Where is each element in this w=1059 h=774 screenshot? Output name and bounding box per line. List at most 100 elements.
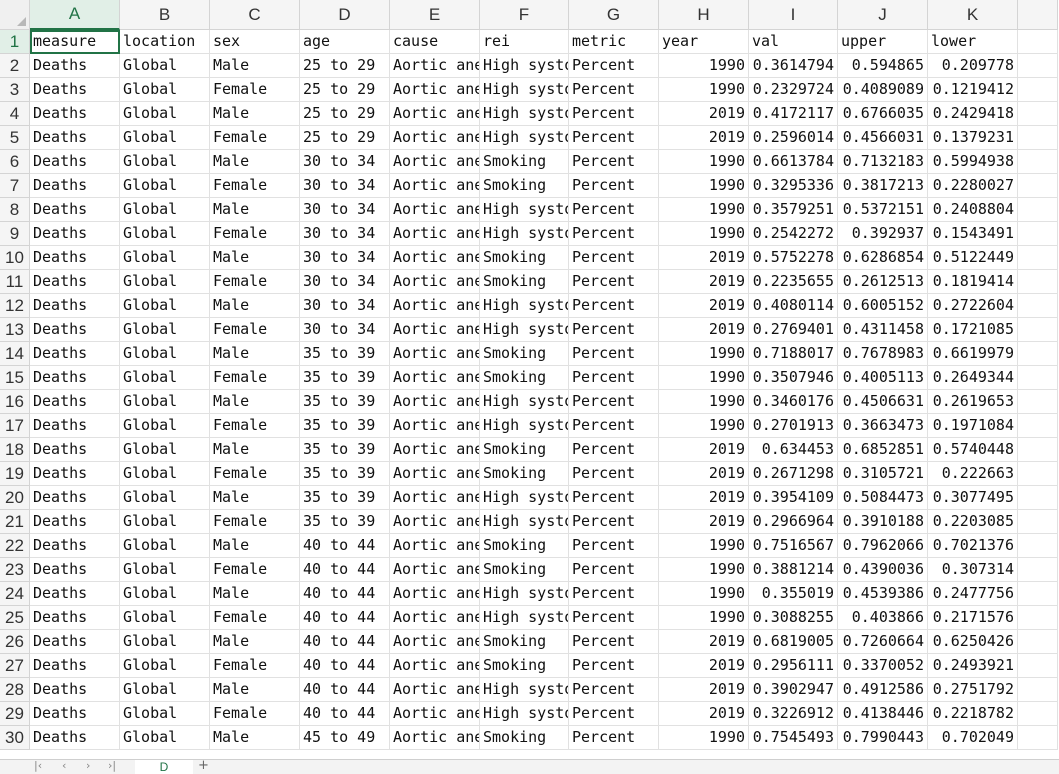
row-header[interactable]: 21 [0,510,30,534]
table-cell[interactable]: High systo [480,318,569,342]
table-cell[interactable]: 0.594865 [838,54,928,78]
table-cell[interactable]: Percent [569,606,659,630]
row-header[interactable]: 3 [0,78,30,102]
table-cell[interactable]: Global [120,678,210,702]
table-cell[interactable]: 0.209778 [928,54,1018,78]
table-cell[interactable]: 0.1219412 [928,78,1018,102]
table-cell[interactable]: 30 to 34 [300,294,390,318]
table-cell[interactable]: Male [210,726,300,750]
table-cell[interactable]: 0.3295336 [749,174,838,198]
table-cell[interactable]: Aortic ane [390,414,480,438]
table-cell[interactable]: 35 to 39 [300,342,390,366]
table-cell[interactable]: Global [120,462,210,486]
table-cell[interactable]: 35 to 39 [300,462,390,486]
prev-sheet-icon[interactable]: ‹ [62,760,66,772]
table-cell[interactable]: Female [210,222,300,246]
table-cell[interactable]: rei [480,30,569,54]
row-header[interactable]: 18 [0,438,30,462]
table-cell[interactable]: 1990 [659,606,749,630]
table-cell[interactable] [1018,366,1058,390]
table-cell[interactable]: 40 to 44 [300,630,390,654]
table-cell[interactable]: age [300,30,390,54]
row-header[interactable]: 9 [0,222,30,246]
table-cell[interactable]: Smoking [480,654,569,678]
table-cell[interactable]: 25 to 29 [300,102,390,126]
table-cell[interactable]: High systo [480,126,569,150]
table-cell[interactable]: Male [210,54,300,78]
table-cell[interactable]: lower [928,30,1018,54]
table-cell[interactable]: Deaths [30,678,120,702]
table-cell[interactable]: 0.7021376 [928,534,1018,558]
table-cell[interactable] [1018,270,1058,294]
row-header[interactable]: 4 [0,102,30,126]
table-cell[interactable]: 0.2769401 [749,318,838,342]
table-cell[interactable]: Global [120,198,210,222]
table-cell[interactable]: High systo [480,78,569,102]
table-cell[interactable]: 25 to 29 [300,126,390,150]
table-cell[interactable]: Percent [569,534,659,558]
table-cell[interactable]: Deaths [30,702,120,726]
table-cell[interactable]: Deaths [30,438,120,462]
table-cell[interactable] [1018,318,1058,342]
table-cell[interactable]: Global [120,390,210,414]
row-header[interactable]: 24 [0,582,30,606]
table-cell[interactable]: 0.3614794 [749,54,838,78]
table-cell[interactable]: 0.1721085 [928,318,1018,342]
table-cell[interactable]: Smoking [480,534,569,558]
table-cell[interactable]: Global [120,342,210,366]
table-cell[interactable] [1018,390,1058,414]
row-header[interactable]: 8 [0,198,30,222]
table-cell[interactable] [1018,630,1058,654]
sheet-tab[interactable]: D [135,760,193,774]
table-cell[interactable]: 0.4390036 [838,558,928,582]
table-cell[interactable]: Percent [569,678,659,702]
table-cell[interactable]: High systo [480,606,569,630]
table-cell[interactable]: 0.3902947 [749,678,838,702]
table-cell[interactable]: 0.3954109 [749,486,838,510]
column-header-i[interactable]: I [749,0,838,30]
table-cell[interactable]: 0.3817213 [838,174,928,198]
table-cell[interactable]: 0.7260664 [838,630,928,654]
table-cell[interactable]: Percent [569,294,659,318]
table-cell[interactable]: Deaths [30,486,120,510]
table-cell[interactable]: 0.4506631 [838,390,928,414]
table-cell[interactable]: 2019 [659,294,749,318]
table-cell[interactable]: 2019 [659,102,749,126]
table-cell[interactable]: 0.6852851 [838,438,928,462]
table-cell[interactable]: Female [210,462,300,486]
table-cell[interactable]: Percent [569,198,659,222]
table-cell[interactable]: Global [120,438,210,462]
row-header[interactable]: 14 [0,342,30,366]
table-cell[interactable]: 0.6286854 [838,246,928,270]
column-header-a[interactable]: A [30,0,120,30]
column-header-e[interactable]: E [390,0,480,30]
table-cell[interactable]: Female [210,654,300,678]
table-cell[interactable]: Deaths [30,630,120,654]
table-cell[interactable]: Smoking [480,270,569,294]
table-cell[interactable]: Percent [569,246,659,270]
table-cell[interactable]: Percent [569,222,659,246]
table-cell[interactable]: Deaths [30,222,120,246]
table-cell[interactable]: 0.3088255 [749,606,838,630]
table-cell[interactable]: 2019 [659,654,749,678]
table-cell[interactable]: 0.1543491 [928,222,1018,246]
row-header[interactable]: 25 [0,606,30,630]
row-header[interactable]: 15 [0,366,30,390]
table-cell[interactable]: Percent [569,54,659,78]
table-cell[interactable]: Deaths [30,294,120,318]
table-cell[interactable]: 40 to 44 [300,558,390,582]
table-cell[interactable]: 40 to 44 [300,534,390,558]
table-cell[interactable]: Aortic ane [390,702,480,726]
table-cell[interactable]: Global [120,654,210,678]
row-header[interactable]: 11 [0,270,30,294]
table-cell[interactable]: Aortic ane [390,606,480,630]
table-cell[interactable]: High systo [480,222,569,246]
table-cell[interactable]: Female [210,78,300,102]
column-header-b[interactable]: B [120,0,210,30]
table-cell[interactable]: 30 to 34 [300,198,390,222]
table-cell[interactable]: Global [120,54,210,78]
row-header[interactable]: 19 [0,462,30,486]
table-cell[interactable]: Male [210,198,300,222]
table-cell[interactable]: Female [210,366,300,390]
table-cell[interactable]: cause [390,30,480,54]
